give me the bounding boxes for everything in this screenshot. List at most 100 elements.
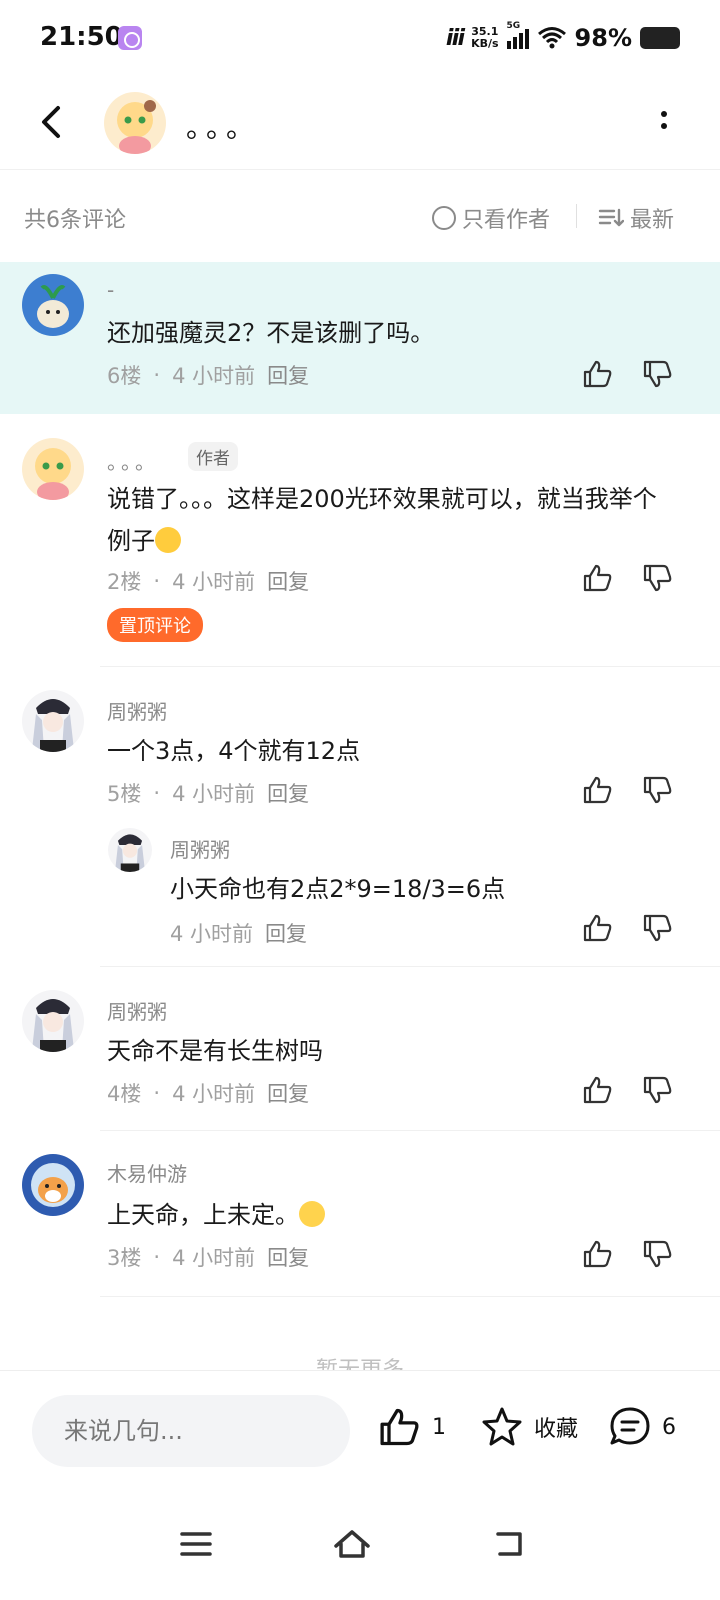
comment-text: 天命不是有长生树吗 xyxy=(107,1037,323,1065)
floor-number: 2楼 xyxy=(107,570,142,594)
comment-meta: 2楼 · 4 小时前 回复 xyxy=(107,566,309,596)
comment-item: 周粥粥 天命不是有长生树吗 4楼 · 4 小时前 回复 xyxy=(0,968,720,1132)
meta-dot: · xyxy=(153,781,161,805)
avatar[interactable] xyxy=(22,690,84,752)
author-avatar[interactable] xyxy=(104,92,166,154)
no-more-label: 暂无更多 xyxy=(315,1358,404,1372)
network-speed: 35.1 KB/s xyxy=(471,26,498,50)
network-speed-unit: KB/s xyxy=(471,37,499,50)
thumbs-up-icon xyxy=(380,1408,419,1446)
thumbs-down-icon[interactable] xyxy=(642,912,674,944)
wifi-icon xyxy=(537,27,566,49)
favorite-button[interactable]: 收藏 xyxy=(480,1405,578,1449)
floor-number: 6楼 xyxy=(107,364,142,388)
thumbs-up-icon[interactable] xyxy=(582,774,614,806)
thumbs-up-icon[interactable] xyxy=(582,912,614,944)
reply-button[interactable]: 回复 xyxy=(267,778,309,808)
reply-button[interactable]: 回复 xyxy=(265,918,307,948)
comment-text: 一个3点，4个就有12点 xyxy=(107,737,361,765)
thumbs-up-icon[interactable] xyxy=(582,1238,614,1270)
comment-filter-bar: 共6条评论 只看作者 最新 xyxy=(0,172,720,262)
home-icon[interactable] xyxy=(332,1524,372,1564)
comment-item: 周粥粥 一个3点，4个就有12点 5楼 · 4 小时前 回复 周粥粥 小天命也有… xyxy=(0,668,720,968)
comment-item: 木易仲游 上天命，上未定。 3楼 · 4 小时前 回复 xyxy=(0,1132,720,1298)
meta-dot: · xyxy=(153,1081,161,1105)
comment-count: 共6条评论 xyxy=(24,208,126,233)
network-logo-icon: ⅲ xyxy=(445,25,465,51)
thumbs-down-icon[interactable] xyxy=(642,1074,674,1106)
avatar[interactable] xyxy=(22,1154,84,1216)
commenter-name[interactable]: 周粥粥 xyxy=(107,996,167,1025)
avatar[interactable] xyxy=(22,274,84,336)
thumbs-up-icon[interactable] xyxy=(582,1074,614,1106)
floor-number: 3楼 xyxy=(107,1246,142,1270)
comment-meta: 4楼 · 4 小时前 回复 xyxy=(107,1078,309,1108)
star-icon xyxy=(482,1407,522,1446)
smiling-emoji-icon xyxy=(299,1201,325,1227)
comment-text: 还加强魔灵2？不是该删了吗。 xyxy=(107,319,435,347)
meta-dot: · xyxy=(153,569,161,593)
status-time: 21:50 xyxy=(40,22,123,52)
bottom-action-bar: 来说几句... 1 收藏 6 xyxy=(0,1370,720,1490)
reply-meta: 4 小时前 回复 xyxy=(170,918,307,948)
battery-percent: 98% xyxy=(574,24,632,52)
like-button[interactable]: 1 xyxy=(378,1405,446,1449)
sort-toggle[interactable]: 最新 xyxy=(598,202,674,234)
comment-input[interactable]: 来说几句... xyxy=(32,1395,350,1467)
sort-label: 最新 xyxy=(630,208,675,233)
network-type: 5G xyxy=(506,21,521,31)
favorite-label: 收藏 xyxy=(534,1417,579,1442)
filter-divider xyxy=(576,204,577,228)
comment-meta: 5楼 · 4 小时前 回复 xyxy=(107,778,309,808)
comment-text: 上天命，上未定。 xyxy=(107,1194,664,1236)
menu-icon[interactable] xyxy=(176,1524,216,1564)
comment-text: 说错了。。。这样是200光环效果就可以，就当我举个例子 xyxy=(107,478,664,562)
avatar[interactable] xyxy=(22,438,84,500)
reply-button[interactable]: 回复 xyxy=(267,1242,309,1272)
post-header: 。。。 xyxy=(0,78,720,170)
thumbs-down-icon[interactable] xyxy=(642,358,674,390)
battery-icon xyxy=(640,27,680,49)
commenter-name[interactable]: 。。。 xyxy=(107,446,159,475)
reply-time: 4 小时前 xyxy=(170,922,254,946)
meta-dot: · xyxy=(153,1245,161,1269)
reply-commenter-name[interactable]: 周粥粥 xyxy=(170,834,230,863)
comment-bubble-icon xyxy=(610,1407,650,1445)
chevron-left-icon[interactable] xyxy=(30,100,74,144)
like-count: 1 xyxy=(432,1414,446,1440)
floor-number: 4楼 xyxy=(107,1082,142,1106)
reply-avatar[interactable] xyxy=(108,828,152,872)
thumbs-up-icon[interactable] xyxy=(582,562,614,594)
thumbs-down-icon[interactable] xyxy=(642,1238,674,1270)
status-indicators: ⅲ 35.1 KB/s 5G 98% xyxy=(445,21,680,54)
comment-meta: 3楼 · 4 小时前 回复 xyxy=(107,1242,309,1272)
reply-button[interactable]: 回复 xyxy=(267,566,309,596)
divider xyxy=(100,1296,720,1297)
thumbs-down-icon[interactable] xyxy=(642,562,674,594)
back-nav-icon[interactable] xyxy=(490,1524,530,1564)
more-vertical-icon[interactable] xyxy=(652,108,676,138)
comment-item: - 还加强魔灵2？不是该删了吗。 6楼 · 4 小时前 回复 xyxy=(0,262,720,414)
commenter-name[interactable]: 木易仲游 xyxy=(107,1158,187,1187)
author-only-toggle[interactable]: 只看作者 xyxy=(432,202,550,234)
comment-count-badge: 6 xyxy=(662,1414,676,1440)
commenter-name[interactable]: - xyxy=(107,278,114,302)
divider xyxy=(100,1130,720,1131)
avatar[interactable] xyxy=(22,990,84,1052)
status-bar: 21:50 ⅲ 35.1 KB/s 5G 98% xyxy=(0,0,720,78)
comments-button[interactable]: 6 xyxy=(608,1405,676,1449)
thumbs-down-icon[interactable] xyxy=(642,774,674,806)
system-nav-bar xyxy=(0,1490,720,1600)
comment-time: 4 小时前 xyxy=(172,364,256,388)
divider xyxy=(100,666,720,667)
sort-icon xyxy=(598,208,624,227)
reply-button[interactable]: 回复 xyxy=(267,1078,309,1108)
pinned-badge: 置顶评论 xyxy=(107,608,203,642)
app-notification-icon xyxy=(118,26,142,50)
reply-button[interactable]: 回复 xyxy=(267,360,309,390)
comment-time: 4 小时前 xyxy=(172,782,256,806)
thumbs-up-icon[interactable] xyxy=(582,358,614,390)
reply-text: 小天命也有2点2*9=18/3=6点 xyxy=(170,875,506,903)
comment-time: 4 小时前 xyxy=(172,1082,256,1106)
commenter-name[interactable]: 周粥粥 xyxy=(107,696,167,725)
